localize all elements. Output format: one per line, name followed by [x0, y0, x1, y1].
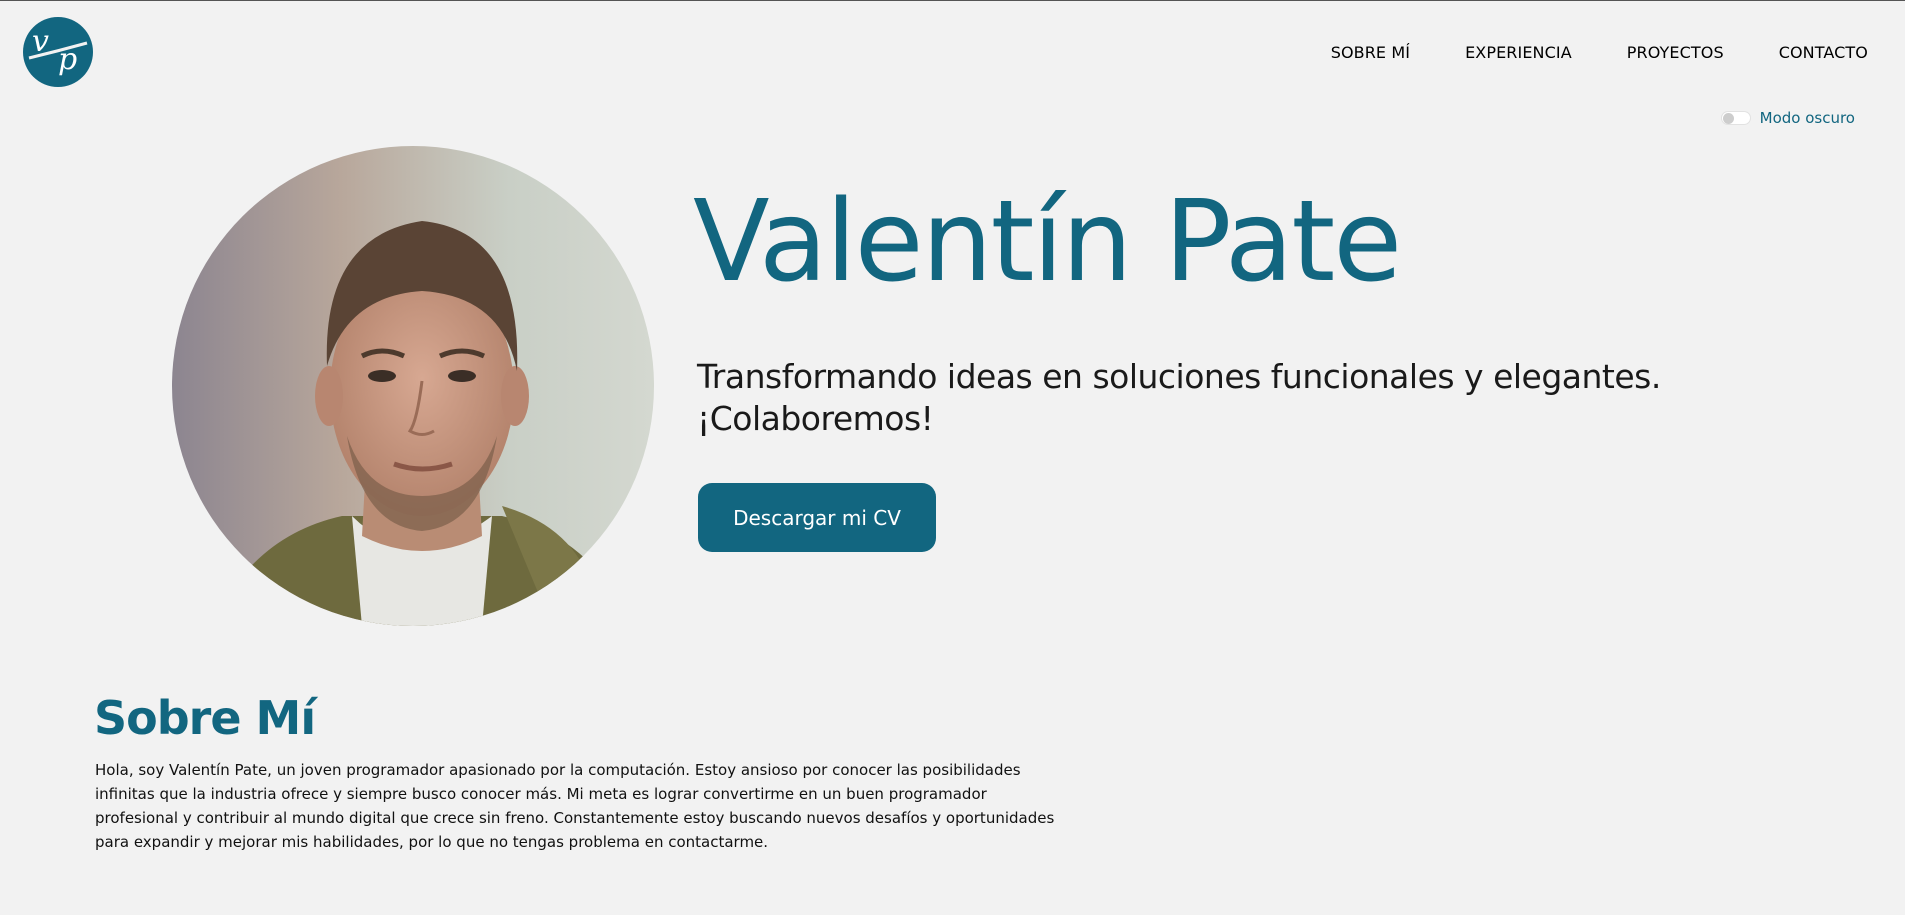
nav-item-sobre-mi[interactable]: SOBRE MÍ [1331, 43, 1410, 62]
download-cv-button[interactable]: Descargar mi CV [698, 483, 936, 552]
nav-item-contacto[interactable]: CONTACTO [1779, 43, 1868, 62]
logo[interactable]: v p [23, 17, 93, 87]
portfolio-page: v p SOBRE MÍ EXPERIENCIA PROYECTOS CONTA… [0, 0, 1905, 915]
nav-item-experiencia[interactable]: EXPERIENCIA [1465, 43, 1572, 62]
svg-text:v: v [32, 24, 49, 59]
dark-mode-label: Modo oscuro [1759, 109, 1855, 127]
svg-text:p: p [58, 42, 77, 77]
about-title: Sobre Mí [94, 691, 316, 745]
about-text: Hola, soy Valentín Pate, un joven progra… [95, 761, 1055, 851]
hero-name: Valentín Pate [693, 177, 1402, 307]
main-nav: SOBRE MÍ EXPERIENCIA PROYECTOS CONTACTO [1331, 43, 1868, 62]
hero-tagline: Transformando ideas en soluciones funcio… [697, 357, 1661, 438]
profile-photo [172, 146, 654, 626]
dark-mode-toggle[interactable]: Modo oscuro [1720, 109, 1855, 127]
nav-item-proyectos[interactable]: PROYECTOS [1627, 43, 1724, 62]
dark-mode-switch[interactable] [1720, 111, 1751, 125]
